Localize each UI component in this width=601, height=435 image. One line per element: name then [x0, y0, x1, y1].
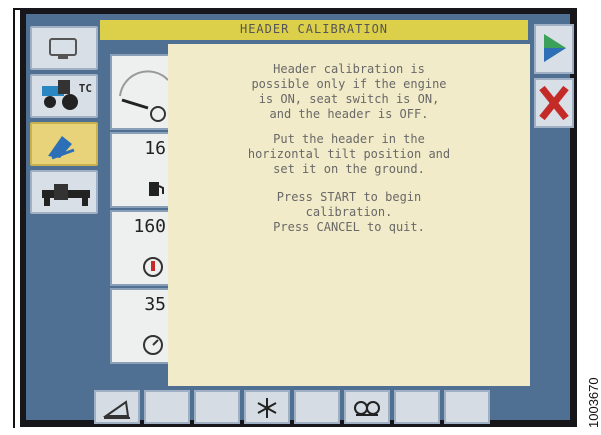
star-icon [257, 398, 277, 418]
bottom-toolbar [94, 390, 572, 424]
bottom-button-2[interactable] [144, 390, 190, 424]
message-line: Put the header in the [273, 132, 425, 146]
message-para-1: Header calibration is possible only if t… [168, 62, 530, 122]
monitor-button[interactable] [30, 26, 98, 70]
pressure-gauge-value: 35 [144, 294, 166, 315]
fuel-gauge: 16 [110, 132, 174, 208]
tractor-button[interactable]: TC [30, 74, 98, 118]
temp-gauge: 160 [110, 210, 174, 286]
frame-top-line [13, 8, 20, 10]
bottom-button-8[interactable] [444, 390, 490, 424]
display-screen: HEADER CALIBRATION TC 16 160 35 Header c… [20, 8, 577, 427]
header-icon [42, 184, 90, 206]
watermark-number: 1003670 [586, 377, 601, 428]
message-line: Header calibration is [273, 62, 425, 76]
pressure-gauge: 35 [110, 288, 174, 364]
tilt-button[interactable] [94, 390, 140, 424]
fuel-icon [149, 182, 164, 196]
tractor-button-label: TC [78, 82, 92, 95]
message-panel: Header calibration is possible only if t… [168, 44, 530, 386]
bottom-button-4[interactable] [244, 390, 290, 424]
message-line: horizontal tilt position and [247, 147, 451, 161]
message-para-3: Press START to begin calibration. Press … [168, 190, 530, 235]
temp-gauge-value: 160 [133, 216, 166, 237]
message-line: and the header is OFF. [269, 107, 429, 121]
close-x-icon [539, 85, 569, 121]
speed-gauge [110, 54, 174, 130]
clock-gauge-icon [119, 70, 169, 122]
message-line: possible only if the engine [251, 77, 447, 91]
monitor-icon [49, 38, 77, 59]
message-line: Press CANCEL to quit. [273, 220, 425, 234]
title-bar: HEADER CALIBRATION [100, 20, 528, 40]
tilt-icon [102, 400, 130, 419]
binoculars-icon [354, 401, 380, 416]
bottom-button-6[interactable] [344, 390, 390, 424]
fuel-gauge-value: 16 [144, 138, 166, 159]
calibration-button[interactable] [30, 122, 98, 166]
bottom-button-3[interactable] [194, 390, 240, 424]
page-title: HEADER CALIBRATION [239, 22, 389, 36]
start-button[interactable] [534, 24, 574, 74]
header-tilt-icon [48, 136, 75, 160]
thermometer-icon [143, 257, 163, 277]
message-para-2: Put the header in the horizontal tilt po… [168, 132, 530, 177]
message-line: Press START to begin [276, 190, 422, 204]
header-button[interactable] [30, 170, 98, 214]
bottom-button-5[interactable] [294, 390, 340, 424]
message-line: calibration. [305, 205, 393, 219]
pressure-icon [143, 335, 163, 355]
message-line: is ON, seat switch is ON, [258, 92, 440, 106]
frame-left-line [13, 8, 15, 428]
bottom-button-7[interactable] [394, 390, 440, 424]
message-line: set it on the ground. [273, 162, 425, 176]
cancel-button[interactable] [534, 78, 574, 128]
play-icon [544, 34, 566, 62]
